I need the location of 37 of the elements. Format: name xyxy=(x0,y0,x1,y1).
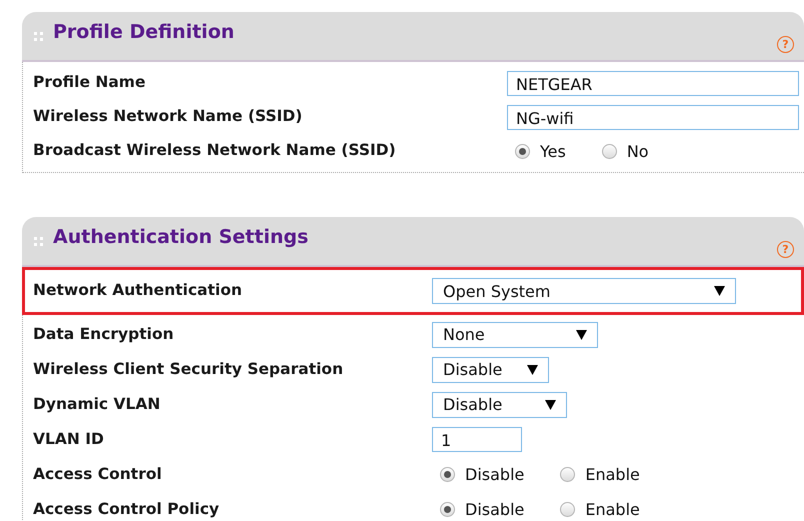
field-label: Dynamic VLAN xyxy=(33,396,162,414)
dropdown[interactable]: Disable xyxy=(432,356,549,382)
drag-handle-icon[interactable] xyxy=(34,32,43,41)
section-title: Authentication Settings xyxy=(53,226,308,248)
drag-handle-icon[interactable] xyxy=(34,237,43,246)
radio-button[interactable] xyxy=(515,144,530,158)
option-label: Enable xyxy=(585,500,640,519)
input-field[interactable]: 1 xyxy=(432,427,522,452)
field-label: Wireless Client Security Separation xyxy=(33,360,344,378)
dropdown[interactable]: None xyxy=(432,322,598,348)
field-label: Broadcast Wireless Network Name (SSID) xyxy=(33,142,397,160)
radio-button[interactable] xyxy=(440,467,455,482)
field-label: VLAN ID xyxy=(33,430,105,448)
option-label: Yes xyxy=(540,142,566,160)
radio-button[interactable] xyxy=(440,502,455,517)
input-field[interactable]: NG-wifi xyxy=(507,104,799,130)
field-label: Data Encryption xyxy=(33,326,175,344)
field-label: Access Control xyxy=(33,466,163,484)
field-label: Network Authentication xyxy=(33,282,244,300)
option-label: Enable xyxy=(585,465,640,484)
dropdown[interactable]: Open System xyxy=(432,278,736,304)
section-title: Profile Definition xyxy=(53,21,234,43)
option-label: Disable xyxy=(465,465,524,484)
radio-button[interactable] xyxy=(602,144,617,158)
option-label: Disable xyxy=(465,500,524,519)
field-label: Profile Name xyxy=(33,74,146,92)
caret-icon xyxy=(714,286,725,296)
radio-button[interactable] xyxy=(560,467,576,482)
caret-icon xyxy=(527,364,538,374)
option-label: No xyxy=(626,142,649,160)
radio-button[interactable] xyxy=(560,502,576,517)
caret-icon xyxy=(576,330,587,340)
caret-icon xyxy=(545,400,556,410)
field-label: Access Control Policy xyxy=(33,500,220,518)
input-field[interactable]: NETGEAR xyxy=(507,70,799,96)
dropdown[interactable]: Disable xyxy=(432,392,567,418)
field-label: Wireless Network Name (SSID) xyxy=(33,108,304,126)
